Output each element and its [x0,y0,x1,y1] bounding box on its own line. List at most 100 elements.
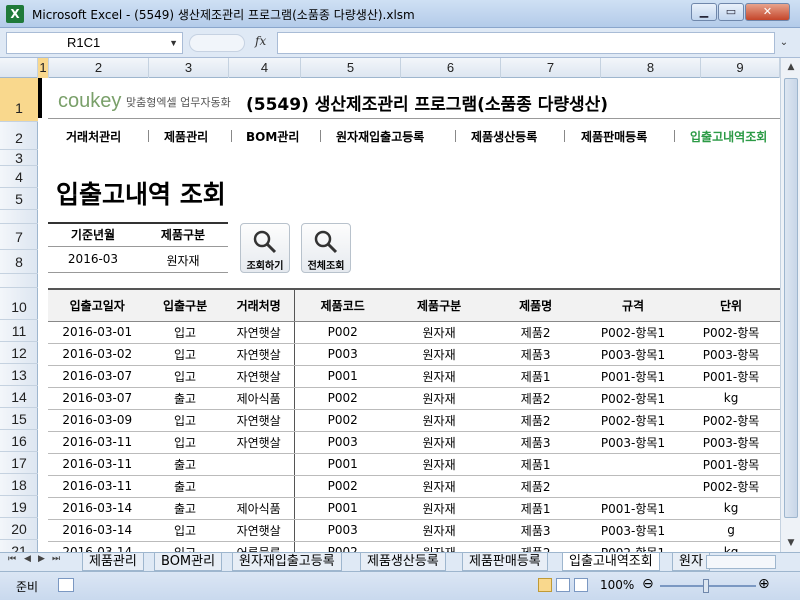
sheet-tab-product[interactable]: 제품관리 [82,553,144,571]
row-header[interactable]: 1 [0,78,38,122]
table-cell[interactable]: 제품1 [487,453,584,476]
minimize-button[interactable]: ▁ [691,3,717,21]
next-sheet-icon[interactable]: ▶ [38,554,45,564]
zoom-slider-thumb[interactable] [703,579,709,593]
row-header[interactable]: 19 [0,496,38,518]
row-header[interactable] [0,210,38,224]
row-header[interactable]: 4 [0,166,38,188]
column-header[interactable]: 7 [501,58,601,78]
table-cell[interactable] [583,475,683,498]
scrollbar-thumb[interactable] [784,78,798,518]
table-cell[interactable]: 입고 [146,343,224,366]
table-cell[interactable]: 2016-03-07 [48,365,147,388]
table-cell[interactable]: 입고 [146,321,224,344]
table-cell[interactable]: 제아식품 [223,387,295,410]
select-all-corner[interactable] [0,58,38,78]
criteria-type-value[interactable]: 원자재 [138,252,228,269]
scroll-up-icon[interactable]: ▲ [781,58,800,76]
table-cell[interactable] [583,453,683,476]
zoom-out-icon[interactable]: ⊖ [642,576,654,592]
table-cell[interactable]: P002-항목1 [583,409,683,432]
table-cell[interactable]: 제품3 [487,343,584,366]
table-cell[interactable]: P001-항목1 [583,497,683,520]
table-cell[interactable]: P002 [294,387,391,410]
name-box[interactable]: R1C1 ▼ [6,32,183,54]
search-all-button[interactable]: 전체조회 [301,223,351,273]
table-cell[interactable]: P001-항목 [682,365,780,388]
row-header[interactable]: 18 [0,474,38,496]
table-cell[interactable]: 원자재 [390,519,488,542]
table-cell[interactable]: 제품2 [487,321,584,344]
nav-product-management[interactable]: 제품관리 [164,128,208,145]
last-sheet-icon[interactable]: ⏭ [52,554,60,564]
zoom-in-icon[interactable]: ⊕ [758,576,770,592]
table-cell[interactable]: 원자재 [390,453,488,476]
maximize-button[interactable]: ▭ [718,3,744,21]
table-cell[interactable]: P001-항목1 [583,365,683,388]
table-cell[interactable]: P001 [294,453,391,476]
criteria-month-value[interactable]: 2016-03 [48,252,138,266]
scroll-down-icon[interactable]: ▼ [781,534,800,552]
column-header[interactable]: 2 [49,58,149,78]
nav-raw-material-io[interactable]: 원자재입출고등록 [336,128,424,145]
row-header[interactable]: 17 [0,452,38,474]
table-cell[interactable]: 자연햇살 [223,321,295,344]
table-cell[interactable]: 2016-03-02 [48,343,147,366]
active-cell-r1c1[interactable] [38,78,42,118]
table-cell[interactable]: 자연햇살 [223,343,295,366]
row-header[interactable]: 11 [0,320,38,342]
table-cell[interactable]: P002 [294,321,391,344]
table-cell[interactable]: 원자재 [390,541,488,552]
row-header[interactable]: 20 [0,518,38,540]
table-cell[interactable]: P003-항목1 [583,431,683,454]
close-button[interactable]: ✕ [745,3,790,21]
table-cell[interactable]: P003 [294,519,391,542]
table-cell[interactable]: 2016-03-11 [48,431,147,454]
formula-input[interactable] [277,32,775,54]
table-cell[interactable]: 원자재 [390,321,488,344]
excel-app-icon[interactable]: X [6,5,24,23]
table-cell[interactable] [223,475,295,498]
expand-formula-bar-icon[interactable]: ⌄ [776,32,792,54]
column-header[interactable]: 9 [701,58,780,78]
table-cell[interactable]: 입고 [146,431,224,454]
table-cell[interactable]: P002-항목1 [583,387,683,410]
table-cell[interactable]: P002 [294,409,391,432]
nav-io-history[interactable]: 입출고내역조회 [690,128,767,145]
table-cell[interactable]: 2016-03-11 [48,475,147,498]
table-cell[interactable]: P003-항목1 [583,519,683,542]
table-cell[interactable]: P002-항목1 [583,321,683,344]
sheet-tab-io-history[interactable]: 입출고내역조회 [562,553,660,571]
table-cell[interactable]: 자연햇살 [223,409,295,432]
column-header[interactable]: 3 [149,58,229,78]
sheet-tab-bom[interactable]: BOM관리 [154,553,223,571]
table-cell[interactable]: P001-항목 [682,453,780,476]
table-cell[interactable]: P002-항목1 [583,541,683,552]
table-cell[interactable]: P003 [294,343,391,366]
table-cell[interactable]: P003 [294,431,391,454]
macro-record-icon[interactable] [58,578,74,592]
table-cell[interactable]: 제품1 [487,365,584,388]
table-cell[interactable]: 출고 [146,387,224,410]
row-header[interactable]: 16 [0,430,38,452]
table-cell[interactable]: P002 [294,541,391,552]
row-header[interactable]: 15 [0,408,38,430]
sheet-tab-production[interactable]: 제품생산등록 [360,553,446,571]
table-cell[interactable]: P001 [294,497,391,520]
nav-bom-management[interactable]: BOM관리 [246,128,299,145]
row-header[interactable]: 2 [0,122,38,150]
row-header[interactable]: 13 [0,364,38,386]
row-header[interactable]: 8 [0,250,38,274]
column-header[interactable]: 8 [601,58,701,78]
table-cell[interactable]: P003-항목 [682,343,780,366]
table-cell[interactable]: 2016-03-14 [48,497,147,520]
table-cell[interactable]: 2016-03-09 [48,409,147,432]
horizontal-scrollbar[interactable] [706,555,776,569]
table-cell[interactable]: 원자재 [390,475,488,498]
table-cell[interactable]: 원자재 [390,387,488,410]
column-header[interactable]: 6 [401,58,501,78]
table-cell[interactable]: 원자재 [390,409,488,432]
table-cell[interactable]: P002-항목 [682,475,780,498]
search-button[interactable]: 조회하기 [240,223,290,273]
table-cell[interactable]: 출고 [146,475,224,498]
